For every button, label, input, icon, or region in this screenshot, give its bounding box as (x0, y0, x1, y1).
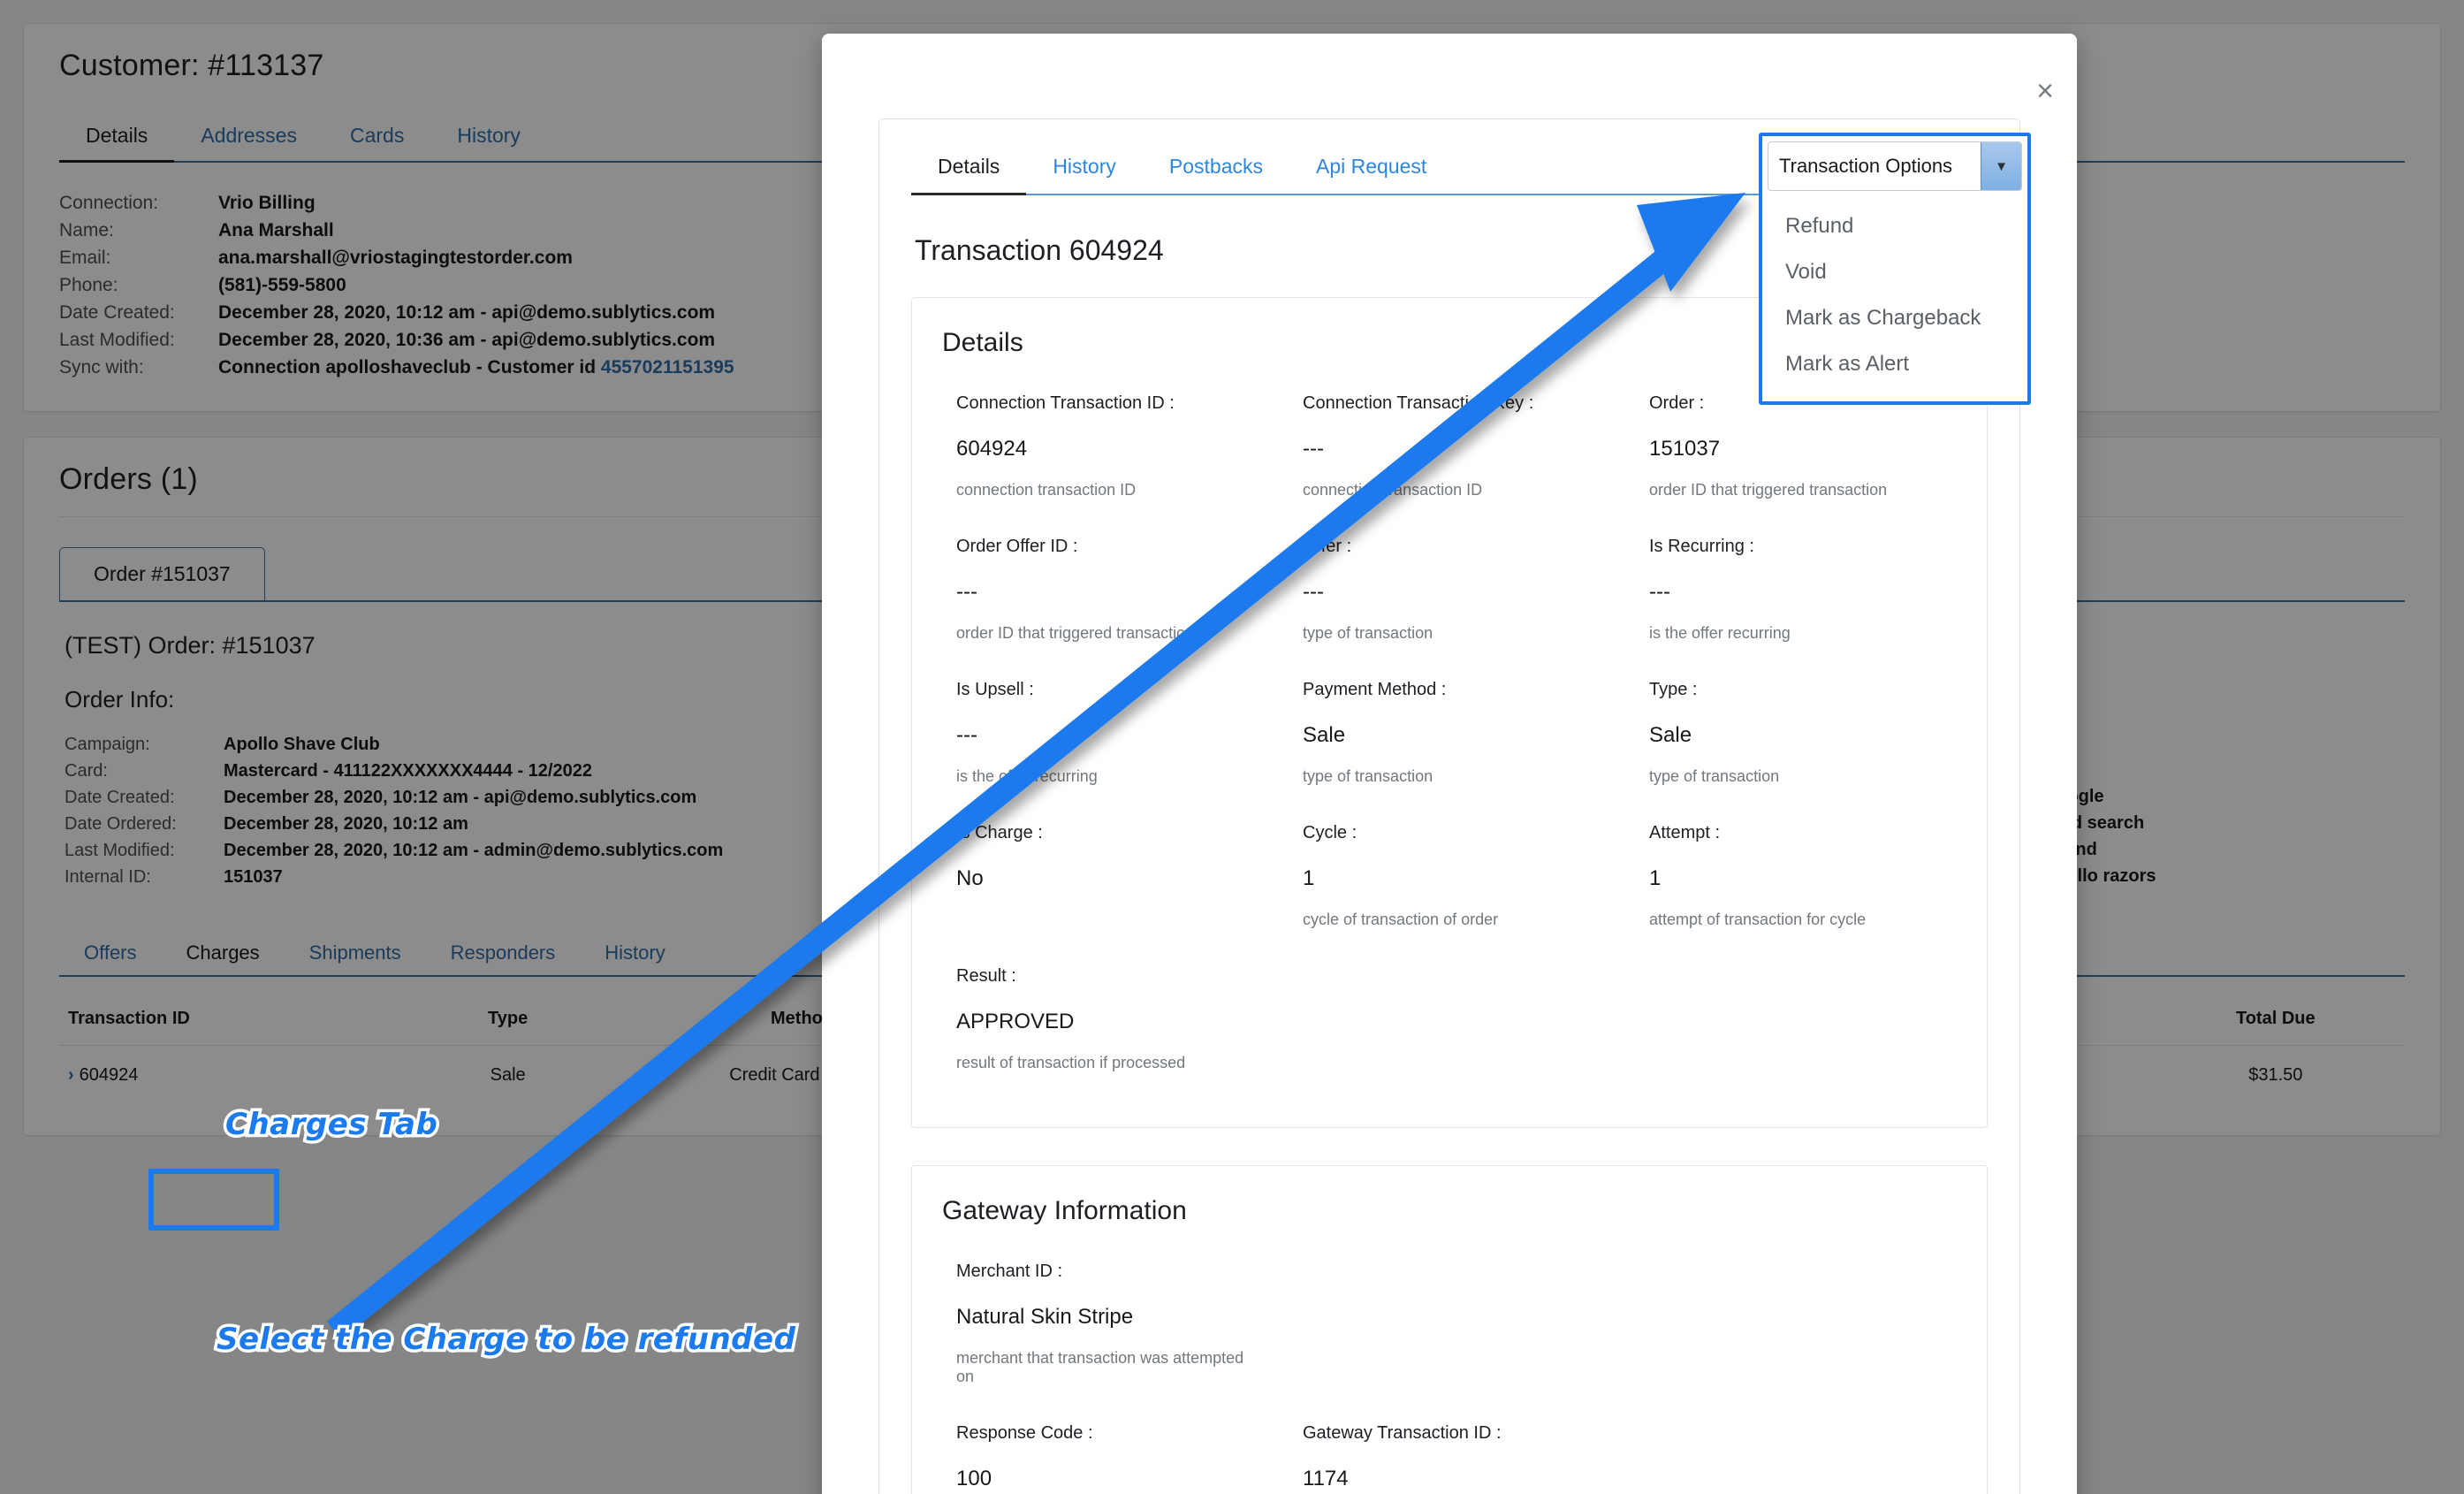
field-type: Type : Sale type of transaction (1635, 667, 1957, 805)
field-spacer (1635, 1411, 1957, 1494)
field-order-offer-id: Order Offer ID : --- order ID that trigg… (942, 524, 1264, 662)
field-value: 604924 (956, 437, 1028, 461)
field-spacer (1635, 1249, 1957, 1406)
field-label: Is Upsell : (956, 680, 1034, 699)
transaction-options-dropdown[interactable]: Transaction Options ▼ Refund Void Mark a… (1759, 133, 2031, 405)
field-hint: connection transaction ID (1303, 481, 1483, 499)
field-label: Result : (956, 966, 1016, 986)
close-icon[interactable]: × (2036, 76, 2054, 106)
field-is-recurring: Is Recurring : --- is the offer recurrin… (1635, 524, 1957, 662)
field-connection-transaction-key: Connection Transaction Key : --- connect… (1289, 381, 1610, 519)
menu-item-mark-as-alert[interactable]: Mark as Alert (1762, 341, 2027, 387)
modal-tab-api-request[interactable]: Api Request (1289, 146, 1453, 194)
transaction-options-label: Transaction Options (1779, 155, 1953, 177)
menu-item-refund[interactable]: Refund (1762, 203, 2027, 249)
field-label: Merchant ID : (956, 1262, 1063, 1281)
field-label: Offer : (1303, 537, 1352, 556)
field-label: Is Recurring : (1649, 537, 1754, 556)
field-hint: connection transaction ID (956, 481, 1137, 499)
field-gateway-transaction-id: Gateway Transaction ID : 1174 (1289, 1411, 1610, 1494)
field-hint: order ID that triggered transaction (956, 624, 1195, 642)
field-label: Gateway Transaction ID : (1303, 1423, 1502, 1443)
details-grid: Connection Transaction ID : 604924 conne… (942, 381, 1957, 1092)
modal-tab-postbacks[interactable]: Postbacks (1143, 146, 1289, 194)
field-is-charge: Is Charge : No (942, 811, 1264, 949)
transaction-options-button[interactable]: Transaction Options ▼ (1768, 141, 2022, 191)
field-value: Natural Skin Stripe (956, 1305, 1134, 1329)
field-label: Connection Transaction Key : (1303, 393, 1534, 413)
chevron-down-icon[interactable]: ▼ (1981, 142, 2021, 190)
field-hint: merchant that transaction was attempted … (956, 1349, 1244, 1385)
transaction-options-menu: Refund Void Mark as Chargeback Mark as A… (1762, 196, 2027, 401)
field-hint: type of transaction (1303, 624, 1434, 642)
field-label: Connection Transaction ID : (956, 393, 1175, 413)
select-charge-annotation-text: Select the Charge to be refunded (213, 1319, 798, 1361)
field-hint: attempt of transaction for cycle (1649, 911, 1867, 928)
field-attempt: Attempt : 1 attempt of transaction for c… (1635, 811, 1957, 949)
field-connection-transaction-id: Connection Transaction ID : 604924 conne… (942, 381, 1264, 519)
field-value: 1 (1303, 866, 1315, 890)
field-value: 1 (1649, 866, 1662, 890)
gateway-section-title: Gateway Information (942, 1196, 1187, 1225)
field-hint: is the offer recurring (1649, 624, 1791, 642)
menu-item-mark-as-chargeback[interactable]: Mark as Chargeback (1762, 295, 2027, 341)
charges-tab-highlight (148, 1169, 279, 1231)
field-label: Payment Method : (1303, 680, 1447, 699)
field-value: APPROVED (956, 1010, 1075, 1033)
field-value: 100 (956, 1467, 992, 1490)
field-value: --- (1303, 437, 1324, 461)
field-offer: Offer : --- type of transaction (1289, 524, 1610, 662)
field-label: Order Offer ID : (956, 537, 1078, 556)
field-label: Type : (1649, 680, 1698, 699)
field-cycle: Cycle : 1 cycle of transaction of order (1289, 811, 1610, 949)
field-label: Is Charge : (956, 823, 1043, 842)
menu-item-void[interactable]: Void (1762, 249, 2027, 295)
field-label: Response Code : (956, 1423, 1093, 1443)
gateway-grid: Merchant ID : Natural Skin Stripe mercha… (942, 1249, 1957, 1494)
field-value: 151037 (1649, 437, 1721, 461)
field-value: Sale (1649, 723, 1692, 747)
screenshot-root: Customer: #113137 Details Addresses Card… (0, 0, 2464, 1494)
field-hint: order ID that triggered transaction (1649, 481, 1888, 499)
field-hint: cycle of transaction of order (1303, 911, 1499, 928)
field-response-code: Response Code : 100 (942, 1411, 1264, 1494)
details-panel: Details Connection Transaction ID : 6049… (911, 297, 1988, 1128)
field-value: No (956, 866, 984, 890)
charges-tab-annotation: Charges Tab (222, 1104, 440, 1146)
field-is-upsell: Is Upsell : --- is the offer recurring (942, 667, 1264, 805)
field-hint: result of transaction if processed (956, 1054, 1186, 1071)
charges-tab-annotation-text: Charges Tab (222, 1104, 440, 1146)
field-value: --- (1649, 580, 1670, 604)
field-value: --- (956, 723, 977, 747)
select-charge-annotation: Select the Charge to be refunded (213, 1319, 798, 1361)
field-hint: is the offer recurring (956, 767, 1098, 785)
field-label: Cycle : (1303, 823, 1357, 842)
field-merchant-id: Merchant ID : Natural Skin Stripe mercha… (942, 1249, 1264, 1406)
field-hint: type of transaction (1649, 767, 1780, 785)
field-hint: type of transaction (1303, 767, 1434, 785)
field-value: --- (956, 580, 977, 604)
field-spacer (1289, 1249, 1610, 1406)
gateway-panel: Gateway Information Merchant ID : Natura… (911, 1165, 1988, 1494)
field-value: Sale (1303, 723, 1346, 747)
field-result: Result : APPROVED result of transaction … (942, 954, 1264, 1092)
field-value: --- (1303, 580, 1324, 604)
modal-tab-details[interactable]: Details (911, 146, 1027, 195)
field-payment-method: Payment Method : Sale type of transactio… (1289, 667, 1610, 805)
modal-tab-history[interactable]: History (1026, 146, 1143, 194)
field-label: Attempt : (1649, 823, 1721, 842)
field-value: 1174 (1303, 1467, 1349, 1490)
